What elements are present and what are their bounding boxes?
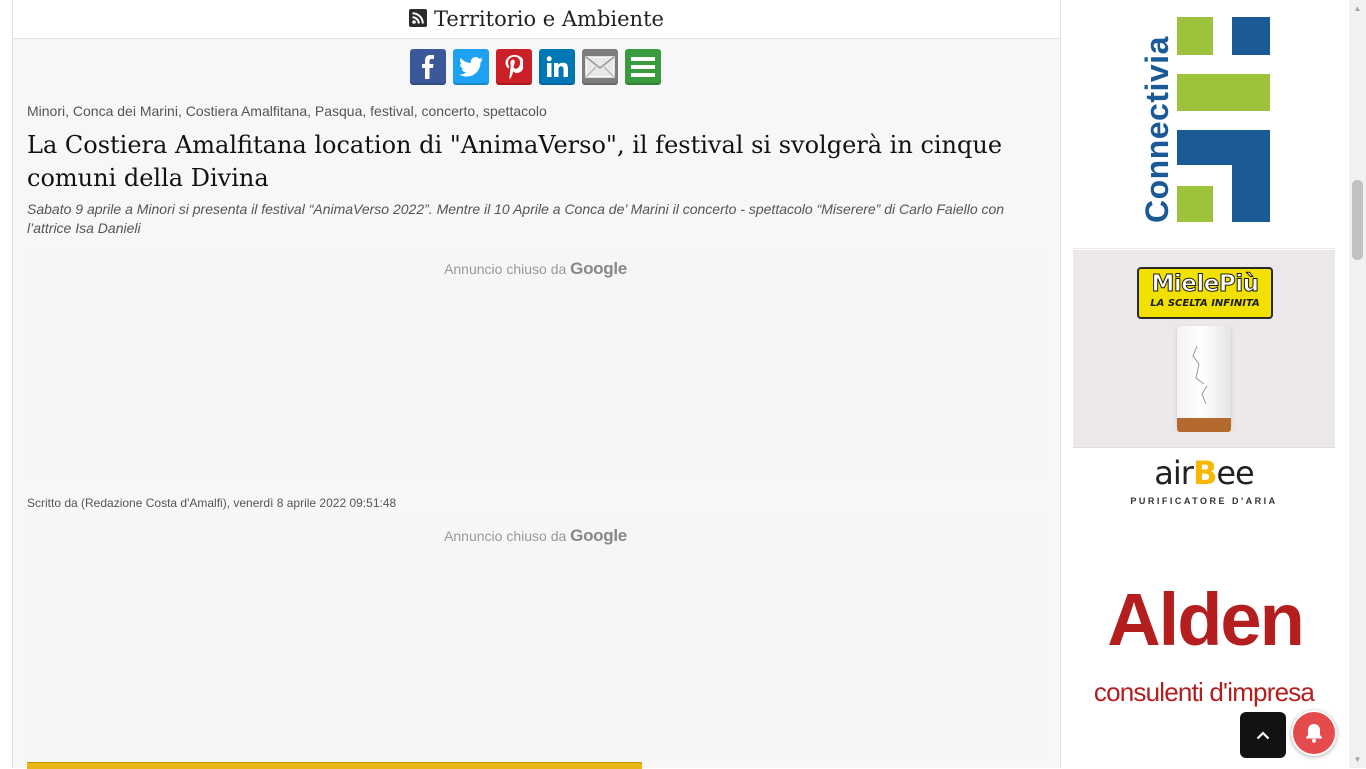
facebook-share-button[interactable] <box>410 49 446 85</box>
google-brand: Google <box>570 259 627 278</box>
bell-icon <box>1306 724 1322 743</box>
mielepiu-logo: MielePiù LA SCELTA INFINITA <box>1137 267 1273 319</box>
sidebar-ads: Connectivia MielePiù LA SCELTA INFINITA … <box>1073 0 1335 768</box>
ad-closed-text: Annuncio chiuso da <box>444 261 567 277</box>
facebook-icon <box>422 55 434 79</box>
article-tags[interactable]: Minori, Conca dei Marini, Costiera Amalf… <box>27 103 547 119</box>
mielepiu-logo-text: MielePiù <box>1151 271 1259 298</box>
email-icon <box>585 56 615 78</box>
more-share-button[interactable] <box>625 49 661 85</box>
twitter-share-button[interactable] <box>453 49 489 85</box>
rss-icon <box>409 9 428 27</box>
purifier-base <box>1177 418 1231 432</box>
article-headline: La Costiera Amalfitana location di "Anim… <box>27 131 1003 192</box>
article-subtitle: Sabato 9 aprile a Minori si presenta il … <box>27 201 1005 236</box>
back-to-top-button[interactable] <box>1240 712 1286 758</box>
scroll-thumb[interactable] <box>1352 180 1363 260</box>
google-brand: Google <box>570 526 627 545</box>
email-share-button[interactable] <box>582 49 618 85</box>
ad-slot: Annuncio chiuso da Google <box>27 249 1044 479</box>
connectivia-ad[interactable]: Connectivia <box>1073 0 1335 249</box>
ad-closed-text: Annuncio chiuso da <box>444 528 567 544</box>
share-bar <box>410 49 661 85</box>
linkedin-icon <box>546 56 568 77</box>
twitter-icon <box>459 57 483 77</box>
pinterest-icon <box>505 55 523 79</box>
ad-closed-label: Annuncio chiuso da Google <box>27 516 1044 546</box>
airbee-logo: airBee <box>1154 454 1254 492</box>
mielepiu-tagline: LA SCELTA INFINITA <box>1150 298 1260 309</box>
main-content: Territorio e Ambiente Minori, Conca dei … <box>12 0 1061 769</box>
purifier-image <box>1177 326 1231 426</box>
scroll-down-arrow-icon[interactable]: ▼ <box>1349 751 1366 768</box>
article-byline: Scritto da (Redazione Costa d'Amalfi), v… <box>27 496 397 510</box>
alden-logo-text: Alden <box>1107 578 1305 661</box>
scroll-up-arrow-icon[interactable]: ▲ <box>1349 0 1366 17</box>
ad-slot: Annuncio chiuso da Google <box>27 516 1044 760</box>
airbee-subtitle: PURIFICATORE D'ARIA <box>1130 496 1278 506</box>
section-title[interactable]: Territorio e Ambiente <box>434 7 664 31</box>
chevron-up-icon <box>1256 730 1270 739</box>
linkedin-share-button[interactable] <box>539 49 575 85</box>
connectivia-logo-text: Connectivia <box>1139 36 1175 223</box>
ad-closed-label: Annuncio chiuso da Google <box>27 249 1044 279</box>
section-header[interactable]: Territorio e Ambiente <box>13 0 1060 39</box>
notification-button[interactable] <box>1291 710 1337 756</box>
alden-subtitle: consulenti d'impresa <box>1093 677 1315 707</box>
pinterest-share-button[interactable] <box>496 49 532 85</box>
mielepiu-ad[interactable]: MielePiù LA SCELTA INFINITA airBee PURIF… <box>1073 250 1335 516</box>
share-more-icon <box>631 57 655 77</box>
page-scrollbar[interactable]: ▲ ▼ <box>1349 0 1366 768</box>
airbee-banner: airBee PURIFICATORE D'ARIA <box>1073 447 1335 516</box>
